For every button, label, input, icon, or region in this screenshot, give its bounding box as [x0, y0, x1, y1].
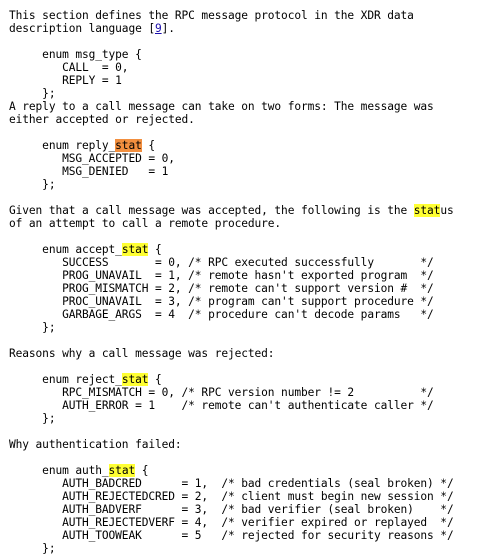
code-line: enum msg_type { — [9, 48, 485, 61]
text-run: { — [141, 139, 155, 152]
text-run: MSG_DENIED = 1 — [9, 165, 169, 178]
text-run: PROG_MISMATCH = 2, /* remote can't suppo… — [9, 282, 434, 295]
search-match-current: stat — [115, 139, 142, 152]
text-run: description language [ — [9, 22, 155, 35]
text-run: { — [135, 464, 149, 477]
text-run: AUTH_REJECTEDVERF = 4, /* verifier expir… — [9, 516, 454, 529]
text-run: REPLY = 1 — [9, 74, 122, 87]
text-line: of an attempt to call a remote procedure… — [9, 217, 485, 230]
code-block: enum reply_stat { MSG_ACCEPTED = 0, MSG_… — [9, 139, 485, 191]
code-line: RPC_MISMATCH = 0, /* RPC version number … — [9, 386, 485, 399]
text-run: us — [440, 204, 454, 217]
search-match: stat — [121, 243, 149, 256]
paragraph: A reply to a call message can take on tw… — [9, 100, 485, 126]
text-run: }; — [9, 321, 56, 334]
text-run: enum accept_ — [9, 243, 122, 256]
text-run: enum msg_type { — [9, 48, 142, 61]
text-run: }; — [9, 87, 56, 100]
text-run: AUTH_REJECTEDCRED = 2, /* client must be… — [9, 490, 454, 503]
code-block: enum accept_stat { SUCCESS = 0, /* RPC e… — [9, 243, 485, 334]
code-line: enum reply_stat { — [9, 139, 485, 152]
code-line: enum accept_stat { — [9, 243, 485, 256]
text-run: ]. — [161, 22, 175, 35]
code-line: }; — [9, 412, 485, 425]
text-line: This section defines the RPC message pro… — [9, 9, 485, 22]
text-run: }; — [9, 412, 56, 425]
text-run: SUCCESS = 0, /* RPC executed successfull… — [9, 256, 434, 269]
text-run: GARBAGE_ARGS = 4 /* procedure can't deco… — [9, 308, 434, 321]
code-line: PROG_UNAVAIL = 1, /* remote hasn't expor… — [9, 269, 485, 282]
search-match: stat — [121, 373, 149, 386]
search-match: stat — [108, 464, 136, 477]
text-run: { — [148, 373, 162, 386]
text-run: PROG_UNAVAIL = 1, /* remote hasn't expor… — [9, 269, 434, 282]
text-run: of an attempt to call a remote procedure… — [9, 217, 282, 230]
code-line: AUTH_REJECTEDVERF = 4, /* verifier expir… — [9, 516, 485, 529]
paragraph: Why authentication failed: — [9, 438, 485, 451]
text-line: A reply to a call message can take on tw… — [9, 100, 485, 113]
text-run: MSG_ACCEPTED = 0, — [9, 152, 175, 165]
reference-link[interactable]: 9 — [155, 22, 162, 35]
text-run: AUTH_BADVERF = 3, /* bad verifier (seal … — [9, 503, 454, 516]
text-run: PROC_UNAVAIL = 3, /* program can't suppo… — [9, 295, 434, 308]
code-line: CALL = 0, — [9, 61, 485, 74]
text-run: This section defines the RPC message pro… — [9, 9, 414, 22]
code-line: enum auth_stat { — [9, 464, 485, 477]
code-line: AUTH_BADVERF = 3, /* bad verifier (seal … — [9, 503, 485, 516]
code-line: MSG_DENIED = 1 — [9, 165, 485, 178]
text-run: enum reply_ — [9, 139, 116, 152]
text-run: }; — [9, 542, 56, 555]
code-line: AUTH_ERROR = 1 /* remote can't authentic… — [9, 399, 485, 412]
text-run: enum reject_ — [9, 373, 122, 386]
text-run: AUTH_ERROR = 1 /* remote can't authentic… — [9, 399, 434, 412]
text-run: { — [148, 243, 162, 256]
paragraph: This section defines the RPC message pro… — [9, 9, 485, 35]
document-body: This section defines the RPC message pro… — [9, 9, 485, 555]
text-line: Given that a call message was accepted, … — [9, 204, 485, 217]
code-line: SUCCESS = 0, /* RPC executed successfull… — [9, 256, 485, 269]
text-run: either accepted or rejected. — [9, 113, 195, 126]
code-block: enum reject_stat { RPC_MISMATCH = 0, /* … — [9, 373, 485, 425]
code-block: enum auth_stat { AUTH_BADCRED = 1, /* ba… — [9, 464, 485, 555]
code-line: }; — [9, 178, 485, 191]
code-line: enum reject_stat { — [9, 373, 485, 386]
code-line: }; — [9, 87, 485, 100]
code-line: REPLY = 1 — [9, 74, 485, 87]
code-line: AUTH_REJECTEDCRED = 2, /* client must be… — [9, 490, 485, 503]
text-run: A reply to a call message can take on tw… — [9, 100, 434, 113]
text-run: CALL = 0, — [9, 61, 129, 74]
text-run: AUTH_TOOWEAK = 5 /* rejected for securit… — [9, 529, 454, 542]
code-line: AUTH_BADCRED = 1, /* bad credentials (se… — [9, 477, 485, 490]
code-line: AUTH_TOOWEAK = 5 /* rejected for securit… — [9, 529, 485, 542]
code-line: PROC_UNAVAIL = 3, /* program can't suppo… — [9, 295, 485, 308]
text-run: Why authentication failed: — [9, 438, 182, 451]
text-run: RPC_MISMATCH = 0, /* RPC version number … — [9, 386, 434, 399]
text-run: Given that a call message was accepted, … — [9, 204, 414, 217]
text-run: Reasons why a call message was rejected: — [9, 347, 275, 360]
code-line: MSG_ACCEPTED = 0, — [9, 152, 485, 165]
paragraph: Given that a call message was accepted, … — [9, 204, 485, 230]
search-match: stat — [413, 204, 441, 217]
text-run: AUTH_BADCRED = 1, /* bad credentials (se… — [9, 477, 454, 490]
code-block: enum msg_type { CALL = 0, REPLY = 1 }; — [9, 48, 485, 100]
code-line: GARBAGE_ARGS = 4 /* procedure can't deco… — [9, 308, 485, 321]
text-run: enum auth_ — [9, 464, 109, 477]
text-line: Reasons why a call message was rejected: — [9, 347, 485, 360]
text-line: description language [9]. — [9, 22, 485, 35]
text-line: either accepted or rejected. — [9, 113, 485, 126]
text-run: }; — [9, 178, 56, 191]
code-line: PROG_MISMATCH = 2, /* remote can't suppo… — [9, 282, 485, 295]
code-line: }; — [9, 321, 485, 334]
paragraph: Reasons why a call message was rejected: — [9, 347, 485, 360]
code-line: }; — [9, 542, 485, 555]
text-line: Why authentication failed: — [9, 438, 485, 451]
